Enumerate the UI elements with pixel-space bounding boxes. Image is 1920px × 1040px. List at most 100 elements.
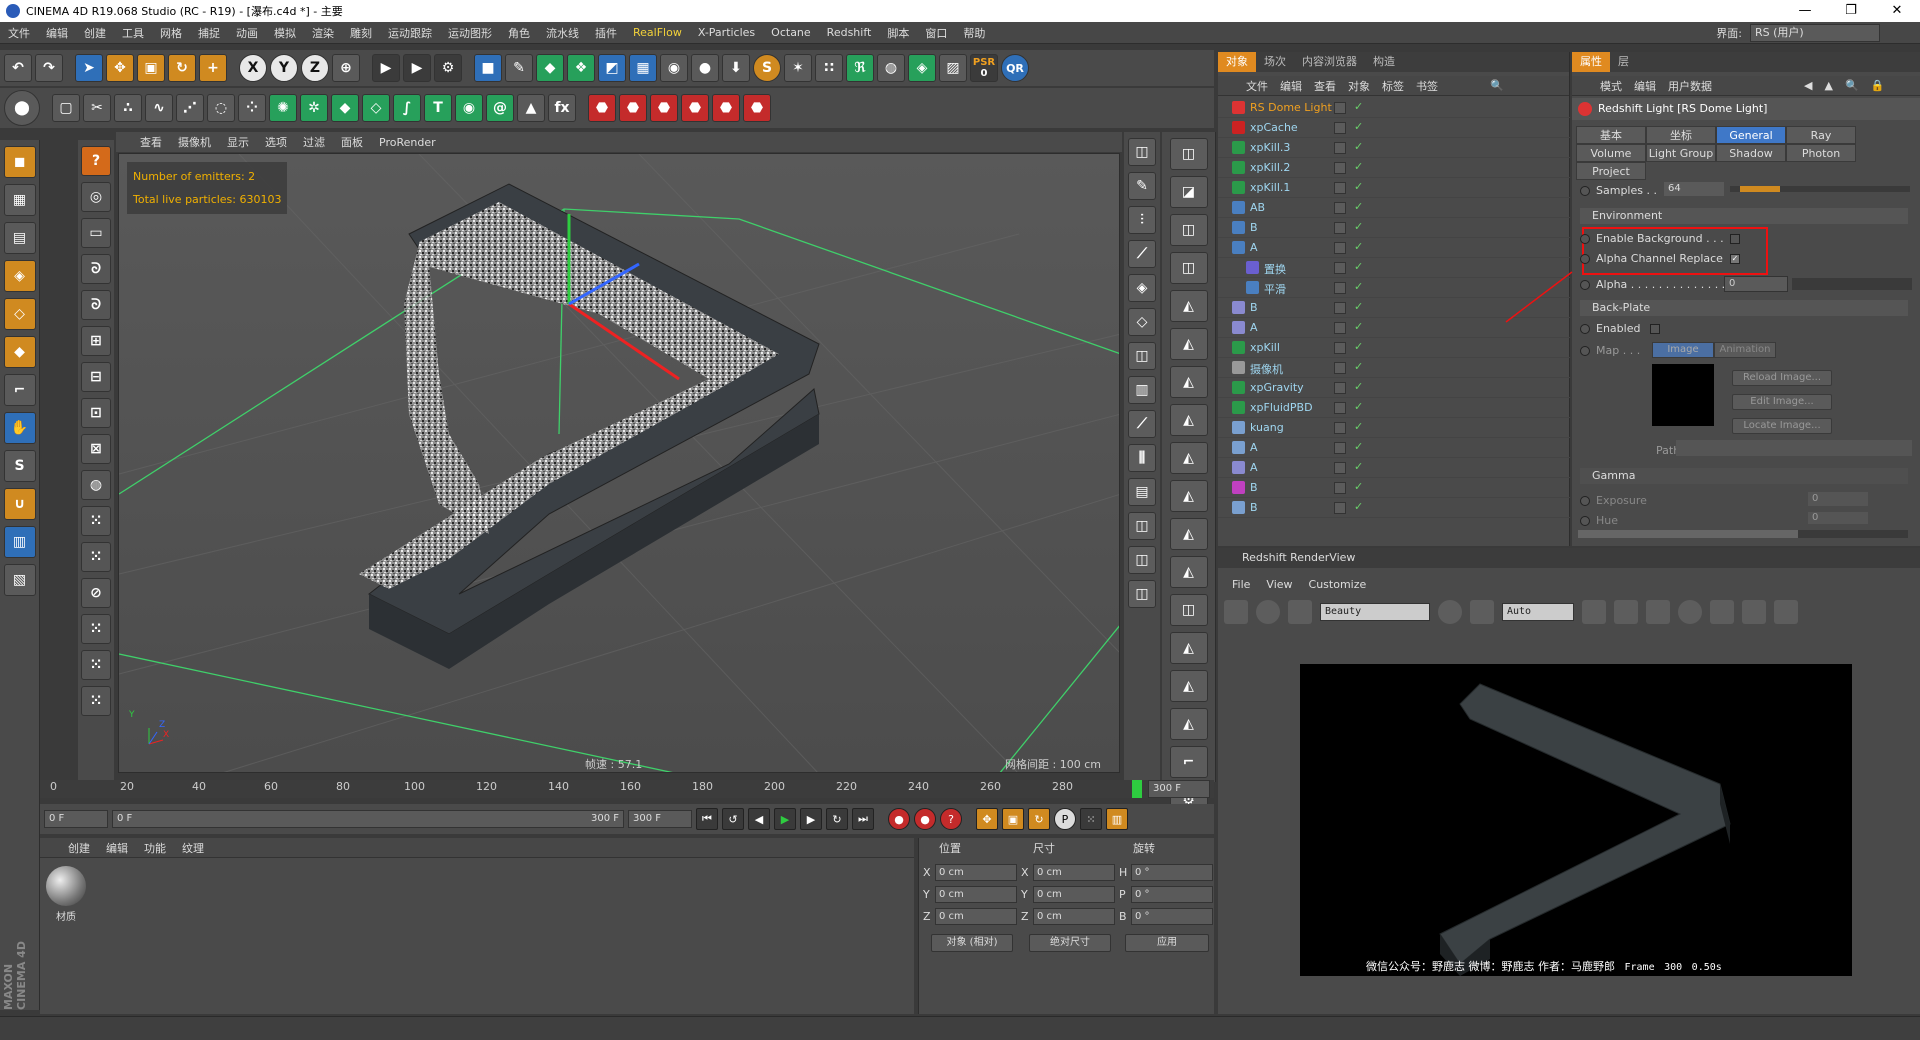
- key-position-icon[interactable]: ✥: [976, 808, 998, 830]
- picture-icon[interactable]: ▨: [939, 54, 967, 82]
- maximize-button[interactable]: ❐: [1828, 0, 1874, 22]
- object-name[interactable]: AB: [1250, 201, 1265, 214]
- material-menu-function[interactable]: 功能: [136, 840, 174, 856]
- dots-tool-d-icon[interactable]: ⁙: [81, 650, 111, 680]
- key-point-level-icon[interactable]: ⁙: [1080, 808, 1102, 830]
- redshift-camera-icon[interactable]: ⬣: [681, 94, 709, 122]
- enabled-check-icon[interactable]: ✓: [1354, 300, 1363, 313]
- key-scale-icon[interactable]: ▣: [1002, 808, 1024, 830]
- object-row[interactable]: AB ✓: [1218, 198, 1570, 218]
- texture-mode-icon[interactable]: ▦: [3, 184, 36, 216]
- qr-button[interactable]: QR: [1001, 54, 1029, 82]
- spline-bezier-icon[interactable]: ∿: [145, 94, 173, 122]
- xp-spline-icon[interactable]: ∫: [393, 94, 421, 122]
- tab-layers[interactable]: 层: [1610, 52, 1637, 72]
- circle-dots-icon[interactable]: ◌: [207, 94, 235, 122]
- path-field[interactable]: [1676, 440, 1912, 456]
- xp-generator-icon[interactable]: ✲: [300, 94, 328, 122]
- back-arrow-icon[interactable]: ◀: [1798, 79, 1818, 92]
- rotate-tool-icon[interactable]: ↻: [168, 54, 196, 82]
- backplate-enabled-radio[interactable]: [1580, 324, 1590, 334]
- light-icon[interactable]: ●: [691, 54, 719, 82]
- object-name[interactable]: RS Dome Light: [1250, 101, 1332, 114]
- menu-redshift[interactable]: Redshift: [819, 26, 880, 39]
- key-rotation-icon[interactable]: ↻: [1028, 808, 1050, 830]
- pen-spline-icon[interactable]: ✎: [505, 54, 533, 82]
- timeline-window-icon[interactable]: ▥: [1106, 808, 1128, 830]
- tab-objects[interactable]: 对象: [1218, 52, 1256, 72]
- om-menu-bookmarks[interactable]: 书签: [1410, 78, 1444, 94]
- pv-icon[interactable]: [1774, 600, 1798, 624]
- start-render-icon[interactable]: [1256, 600, 1280, 624]
- object-row[interactable]: xpKill ✓: [1218, 338, 1570, 358]
- layer-toggle[interactable]: [1334, 402, 1346, 414]
- object-row[interactable]: xpKill.3 ✓: [1218, 138, 1570, 158]
- shape-d-icon[interactable]: ▥: [1128, 376, 1156, 404]
- object-row[interactable]: 摄像机 ✓: [1218, 358, 1570, 378]
- object-row[interactable]: B ✓: [1218, 478, 1570, 498]
- menu-script[interactable]: 脚本: [879, 25, 917, 41]
- points-mode-icon[interactable]: ◈: [3, 260, 36, 292]
- subtab-light-group[interactable]: Light Group: [1646, 144, 1716, 162]
- close-button[interactable]: ✕: [1874, 0, 1920, 22]
- subtab-coord[interactable]: 坐标: [1646, 126, 1716, 144]
- enabled-check-icon[interactable]: ✓: [1354, 320, 1363, 333]
- subtab-photon[interactable]: Photon: [1786, 144, 1856, 162]
- menu-tools[interactable]: 工具: [114, 25, 152, 41]
- enable-background-radio[interactable]: [1580, 234, 1590, 244]
- xp-spiral-icon[interactable]: @: [486, 94, 514, 122]
- size-z-field[interactable]: 0 cm: [1033, 908, 1115, 925]
- hue-field[interactable]: 0: [1808, 512, 1868, 524]
- menu-realflow[interactable]: RealFlow: [625, 26, 690, 39]
- select-tool-icon[interactable]: ➤: [75, 54, 103, 82]
- locate-image-button[interactable]: Locate Image...: [1732, 418, 1832, 434]
- viewport-menu-prorender[interactable]: ProRender: [371, 136, 444, 149]
- lock-workplane-icon[interactable]: ▥: [3, 526, 36, 558]
- xp-modifier-icon[interactable]: ◉: [455, 94, 483, 122]
- model-mode-icon[interactable]: ◼: [3, 146, 36, 178]
- xp-emitter-icon[interactable]: ✺: [269, 94, 297, 122]
- align-icon[interactable]: ⊠: [81, 434, 111, 464]
- enabled-check-icon[interactable]: ✓: [1354, 240, 1363, 253]
- object-name[interactable]: A: [1250, 441, 1258, 454]
- undo-icon[interactable]: ↶: [4, 54, 32, 82]
- menu-file[interactable]: 文件: [0, 25, 38, 41]
- hue-radio[interactable]: [1580, 516, 1590, 526]
- object-name[interactable]: B: [1250, 481, 1258, 494]
- lasso-selection-icon[interactable]: ᘐ: [81, 254, 111, 284]
- subdivision-surface-icon[interactable]: ◆: [536, 54, 564, 82]
- image-icon[interactable]: [1710, 600, 1734, 624]
- 3d-viewport[interactable]: Number of emitters: 2 Total live particl…: [118, 153, 1120, 773]
- subtab-shadow[interactable]: Shadow: [1716, 144, 1786, 162]
- object-name[interactable]: xpFluidPBD: [1250, 401, 1313, 414]
- samples-slider[interactable]: [1730, 186, 1910, 192]
- zoom-select[interactable]: Auto: [1502, 603, 1574, 621]
- up-arrow-icon[interactable]: ▲: [1818, 79, 1838, 92]
- viewport-menu-filter[interactable]: 过滤: [295, 134, 333, 150]
- attr-menu-mode[interactable]: 模式: [1594, 78, 1628, 94]
- object-name[interactable]: A: [1250, 461, 1258, 474]
- attr-menu-userdata[interactable]: 用户数据: [1662, 78, 1718, 94]
- enabled-check-icon[interactable]: ✓: [1354, 160, 1363, 173]
- material-swatch[interactable]: 材质: [44, 866, 88, 926]
- layer-toggle[interactable]: [1334, 342, 1346, 354]
- viewport-menu-display[interactable]: 显示: [219, 134, 257, 150]
- dots-tool-b-icon[interactable]: ⁙: [81, 542, 111, 572]
- enabled-check-icon[interactable]: ✓: [1354, 340, 1363, 353]
- edit-image-button[interactable]: Edit Image...: [1732, 394, 1832, 410]
- viewport-menu-cameras[interactable]: 摄像机: [170, 134, 219, 150]
- exposure-radio[interactable]: [1580, 496, 1590, 506]
- samples-radio[interactable]: [1580, 186, 1590, 196]
- last-tool-icon[interactable]: +: [199, 54, 227, 82]
- rect-selection-icon[interactable]: ▭: [81, 218, 111, 248]
- layer-toggle[interactable]: [1334, 382, 1346, 394]
- coordinate-system-icon[interactable]: ⌐: [1169, 746, 1208, 778]
- dots-tool-e-icon[interactable]: ⁙: [81, 686, 111, 716]
- menu-snap[interactable]: 捕捉: [190, 25, 228, 41]
- layer-toggle[interactable]: [1334, 142, 1346, 154]
- layer-toggle[interactable]: [1334, 162, 1346, 174]
- map-radio[interactable]: [1580, 346, 1590, 356]
- object-row[interactable]: kuang ✓: [1218, 418, 1570, 438]
- om-menu-file[interactable]: 文件: [1240, 78, 1274, 94]
- object-name[interactable]: A: [1250, 241, 1258, 254]
